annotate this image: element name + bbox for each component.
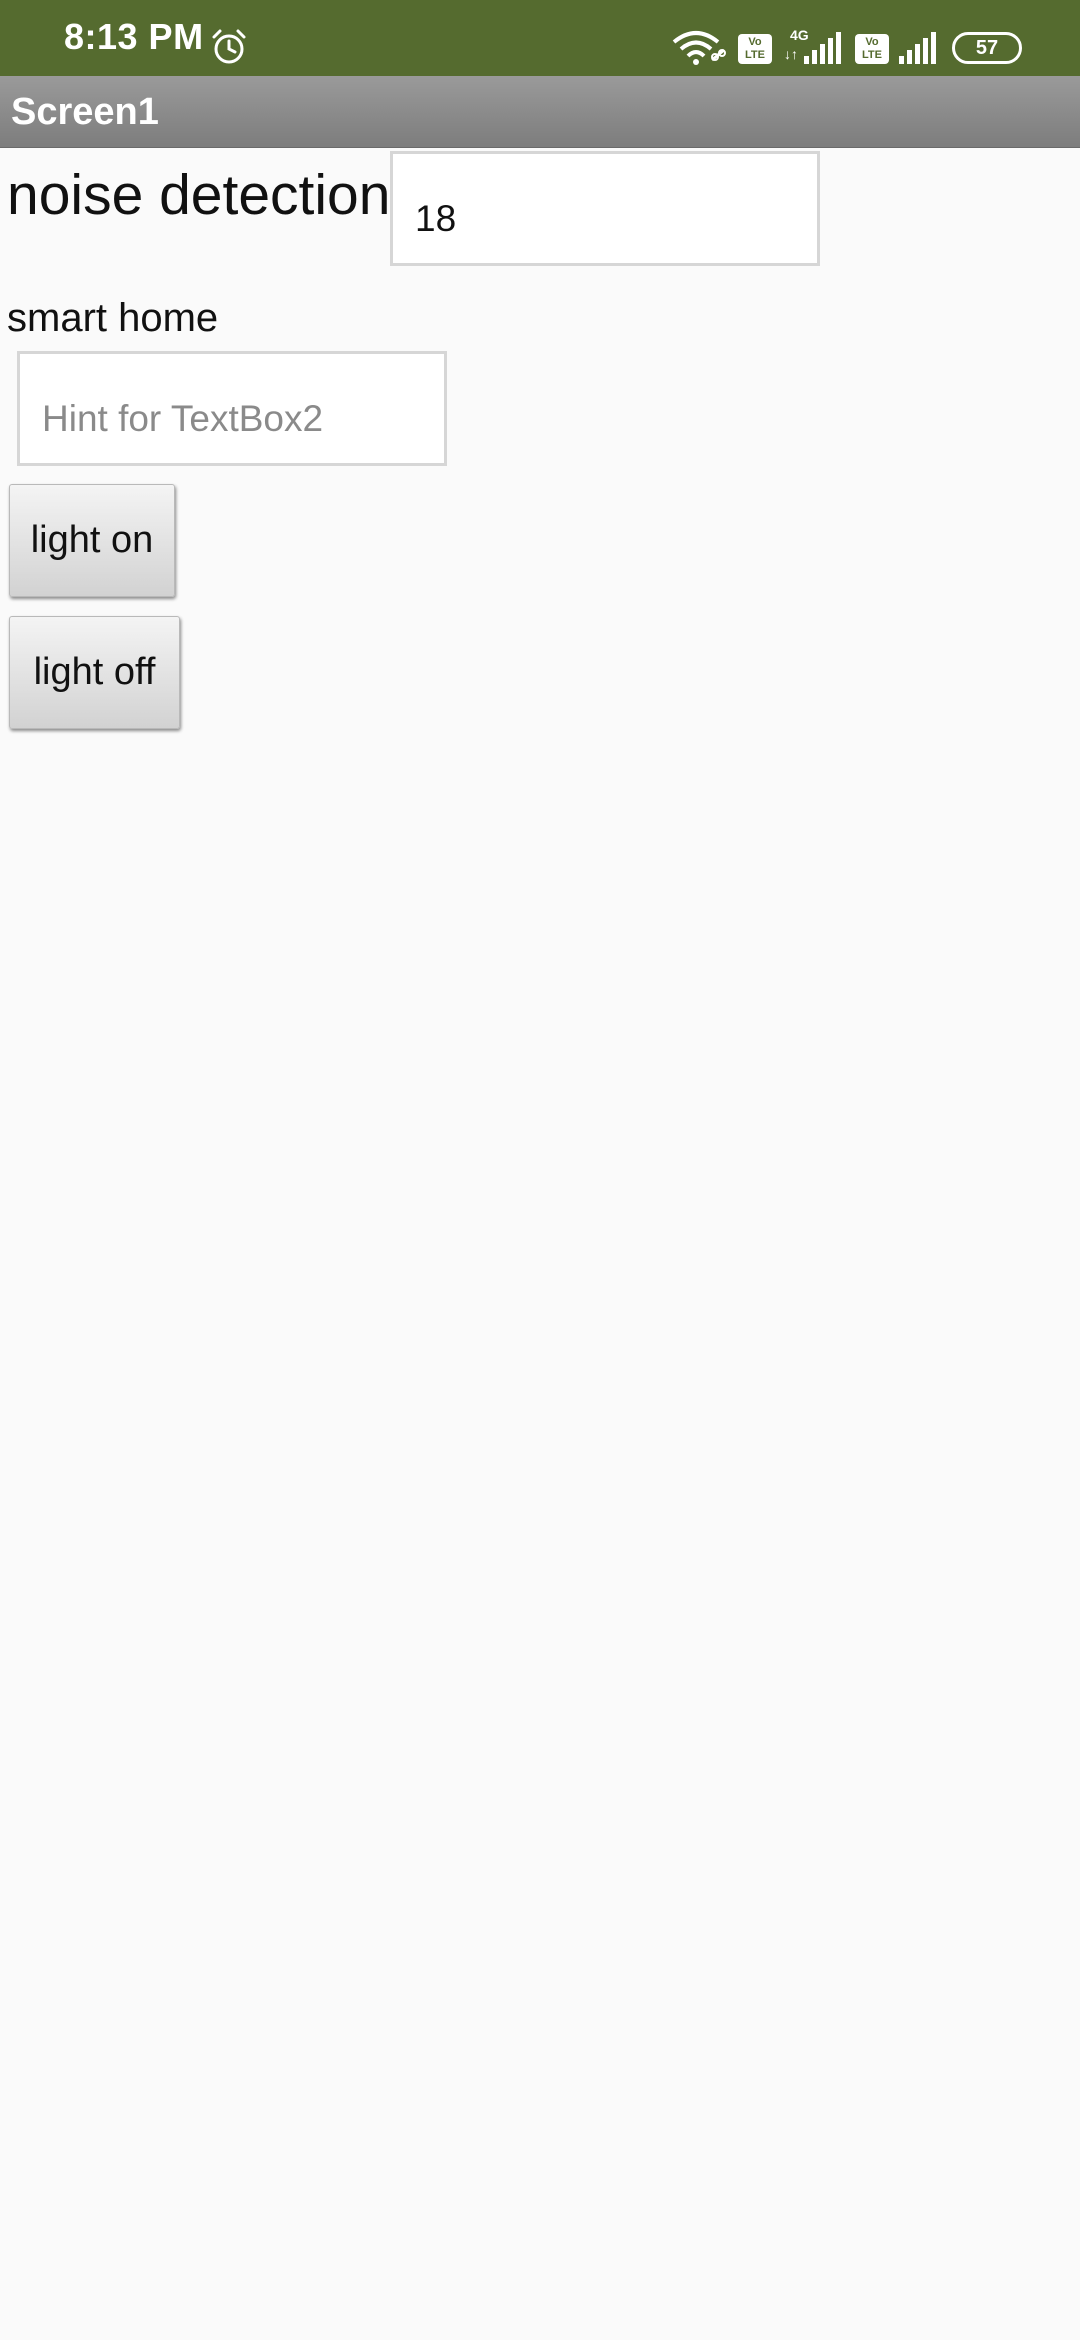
cell-signal-icon (899, 32, 936, 64)
status-bar: 8:13 PM Vo LTE 4G ↓↑ Vo LTE 57 (0, 0, 1080, 76)
battery-icon: 57 (952, 32, 1022, 64)
data-activity-icon: ↓↑ (784, 46, 798, 62)
screen-title: Screen1 (11, 91, 159, 133)
title-bar: Screen1 (0, 76, 1080, 148)
status-time: 8:13 PM (64, 16, 204, 57)
noise-detection-label: noise detection (7, 163, 391, 227)
smart-home-label: smart home (7, 296, 219, 340)
cell-signal-icon (804, 32, 841, 64)
wifi-icon (672, 31, 726, 65)
light-off-button[interactable]: light off (9, 616, 180, 729)
noise-value-input[interactable] (390, 151, 820, 266)
volte-icon: Vo LTE (855, 34, 889, 64)
light-on-button[interactable]: light on (9, 484, 175, 597)
alarm-clock-icon (212, 29, 246, 64)
textbox2-input[interactable] (17, 351, 447, 466)
volte-icon: Vo LTE (738, 34, 772, 64)
